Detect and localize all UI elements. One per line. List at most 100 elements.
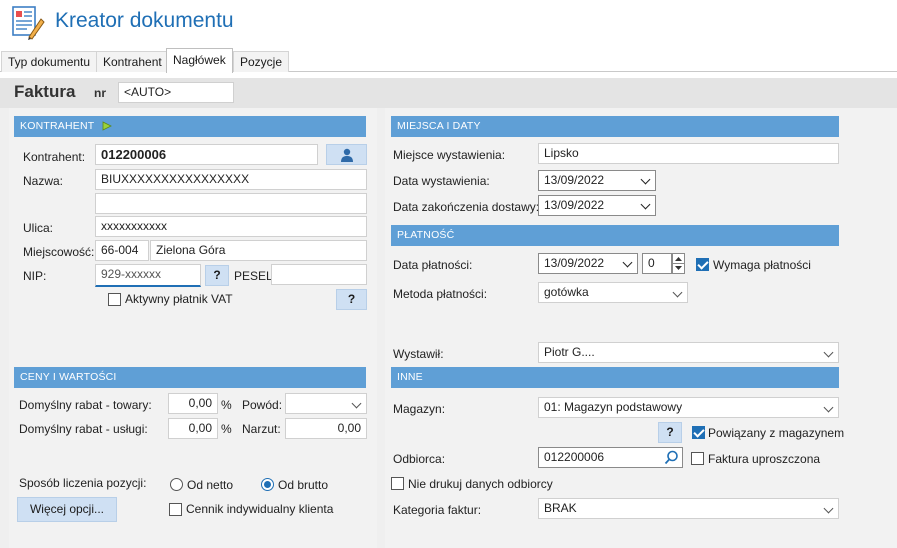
data-zak-picker[interactable]: 13/09/2022 (538, 195, 656, 216)
kategoria-label: Kategoria faktur: (393, 503, 482, 517)
payment-days-spinner[interactable] (672, 253, 685, 274)
nip-label: NIP: (23, 269, 47, 283)
data-zak-label: Data zakończenia dostawy: (393, 200, 540, 214)
chevron-down-icon (823, 402, 834, 413)
powod-label: Powód: (242, 398, 283, 412)
rabat-towary-input[interactable]: 0,00 (168, 393, 218, 414)
faktura-uproszczona-label: Faktura uproszczona (708, 452, 821, 466)
data-zak-value: 13/09/2022 (544, 198, 605, 212)
vat-help-button[interactable]: ? (336, 289, 367, 310)
rabat-uslugi-label: Domyślny rabat - usługi: (19, 422, 148, 436)
document-wizard-icon (11, 5, 45, 41)
wymaga-platnosci-checkbox[interactable] (696, 258, 709, 271)
wystawil-value: Piotr G.... (544, 345, 595, 359)
tab-pozycje[interactable]: Pozycje (233, 51, 290, 72)
city-input[interactable]: Zielona Góra (150, 240, 367, 261)
metoda-label: Metoda płatności: (393, 287, 488, 301)
magazyn-value: 01: Magazyn podstawowy (544, 400, 683, 414)
rabat-uslugi-input[interactable]: 0,00 (168, 418, 218, 439)
nazwa-input[interactable]: BIUXXXXXXXXXXXXXXXX (95, 169, 367, 190)
document-nr-input[interactable]: <AUTO> (118, 82, 234, 103)
od-brutto-radio[interactable] (261, 478, 274, 491)
nie-drukuj-label: Nie drukuj danych odbiorcy (408, 477, 553, 491)
powod-select[interactable] (285, 393, 367, 414)
spinner-arrows-icon (673, 257, 684, 270)
narzut-label: Narzut: (242, 422, 281, 436)
od-brutto-label: Od brutto (278, 478, 329, 492)
cennik-label: Cennik indywidualny klienta (186, 502, 334, 516)
document-type-title: Faktura (14, 82, 76, 101)
more-options-button[interactable]: Więcej opcji... (17, 497, 117, 522)
pesel-input[interactable] (271, 264, 367, 285)
wystawil-label: Wystawił: (393, 347, 444, 361)
tab-typ-dokumentu[interactable]: Typ dokumentu (1, 51, 98, 72)
data-platnosci-label: Data płatności: (393, 258, 473, 272)
kategoria-select[interactable]: BRAK (538, 498, 839, 519)
play-arrow-icon[interactable] (102, 121, 112, 131)
magazyn-help-button[interactable]: ? (658, 422, 682, 443)
data-wyst-picker[interactable]: 13/09/2022 (538, 170, 656, 191)
ulica-label: Ulica: (23, 221, 54, 235)
postal-code-input[interactable]: 66-004 (95, 240, 149, 261)
kategoria-value: BRAK (544, 501, 577, 515)
active-vat-label: Aktywny płatnik VAT (125, 292, 233, 306)
nip-help-button[interactable]: ? (205, 265, 229, 286)
nazwa2-input[interactable] (95, 193, 367, 214)
odbiorca-value: 012200006 (544, 450, 605, 464)
miejscowosc-label: Miejscowość: (23, 245, 95, 259)
od-netto-radio[interactable] (170, 478, 183, 491)
data-platnosci-picker[interactable]: 13/09/2022 (538, 253, 638, 274)
magazyn-label: Magazyn: (393, 402, 446, 416)
section-ceny: CENY I WARTOŚCI (14, 367, 366, 388)
wystawil-select[interactable]: Piotr G.... (538, 342, 839, 363)
rabat-towary-label: Domyślny rabat - towary: (19, 398, 152, 412)
faktura-uproszczona-checkbox[interactable] (691, 452, 704, 465)
odbiorca-input[interactable]: 012200006 (538, 447, 683, 468)
section-kontrahent: KONTRAHENT (14, 116, 366, 137)
document-nr-label: nr (94, 86, 106, 100)
section-miejsca: MIEJSCA I DATY (391, 116, 839, 137)
narzut-input[interactable]: 0,00 (285, 418, 367, 439)
active-vat-checkbox[interactable] (108, 293, 121, 306)
magazyn-select[interactable]: 01: Magazyn podstawowy (538, 397, 839, 418)
chevron-down-icon (640, 174, 651, 185)
select-contractor-button[interactable] (326, 144, 367, 165)
payment-days-input[interactable]: 0 (642, 253, 672, 274)
rabat-towary-percent: % (221, 398, 232, 412)
tab-kontrahent[interactable]: Kontrahent (96, 51, 169, 72)
chevron-down-icon (823, 503, 834, 514)
pesel-label: PESEL: (234, 269, 277, 283)
od-netto-label: Od netto (187, 478, 234, 492)
chevron-down-icon (351, 398, 362, 409)
app-title: Kreator dokumentu (55, 9, 234, 32)
cennik-checkbox[interactable] (169, 503, 182, 516)
chevron-down-icon (622, 257, 633, 268)
data-platnosci-value: 13/09/2022 (544, 256, 605, 270)
miejsce-input[interactable]: Lipsko (538, 143, 839, 164)
rabat-uslugi-percent: % (221, 422, 232, 436)
chevron-down-icon (640, 199, 651, 210)
tab-naglowek[interactable]: Nagłówek (166, 48, 233, 73)
nip-input[interactable]: 929-xxxxxx (95, 264, 201, 287)
nie-drukuj-checkbox[interactable] (391, 477, 404, 490)
section-inne: INNE (391, 367, 839, 388)
kontrahent-input[interactable]: 012200006 (95, 144, 318, 165)
sposob-label: Sposób liczenia pozycji: (19, 476, 147, 490)
powiazany-label: Powiązany z magazynem (708, 426, 845, 440)
metoda-select[interactable]: gotówka (538, 282, 688, 303)
chevron-down-icon (672, 287, 683, 298)
odbiorca-label: Odbiorca: (393, 452, 446, 466)
nazwa-label: Nazwa: (23, 174, 64, 188)
chevron-down-icon (823, 347, 834, 358)
ulica-input[interactable]: xxxxxxxxxxx (95, 216, 367, 237)
section-kontrahent-title: KONTRAHENT (20, 120, 95, 132)
section-platnosc: PŁATNOŚĆ (391, 225, 839, 246)
miejsce-label: Miejsce wystawienia: (393, 148, 506, 162)
wymaga-platnosci-label: Wymaga płatności (713, 258, 811, 272)
powiazany-checkbox[interactable] (692, 426, 705, 439)
user-icon (340, 148, 353, 162)
data-wyst-label: Data wystawienia: (393, 174, 490, 188)
kontrahent-label: Kontrahent: (23, 150, 86, 164)
search-icon[interactable] (664, 450, 679, 465)
data-wyst-value: 13/09/2022 (544, 173, 605, 187)
